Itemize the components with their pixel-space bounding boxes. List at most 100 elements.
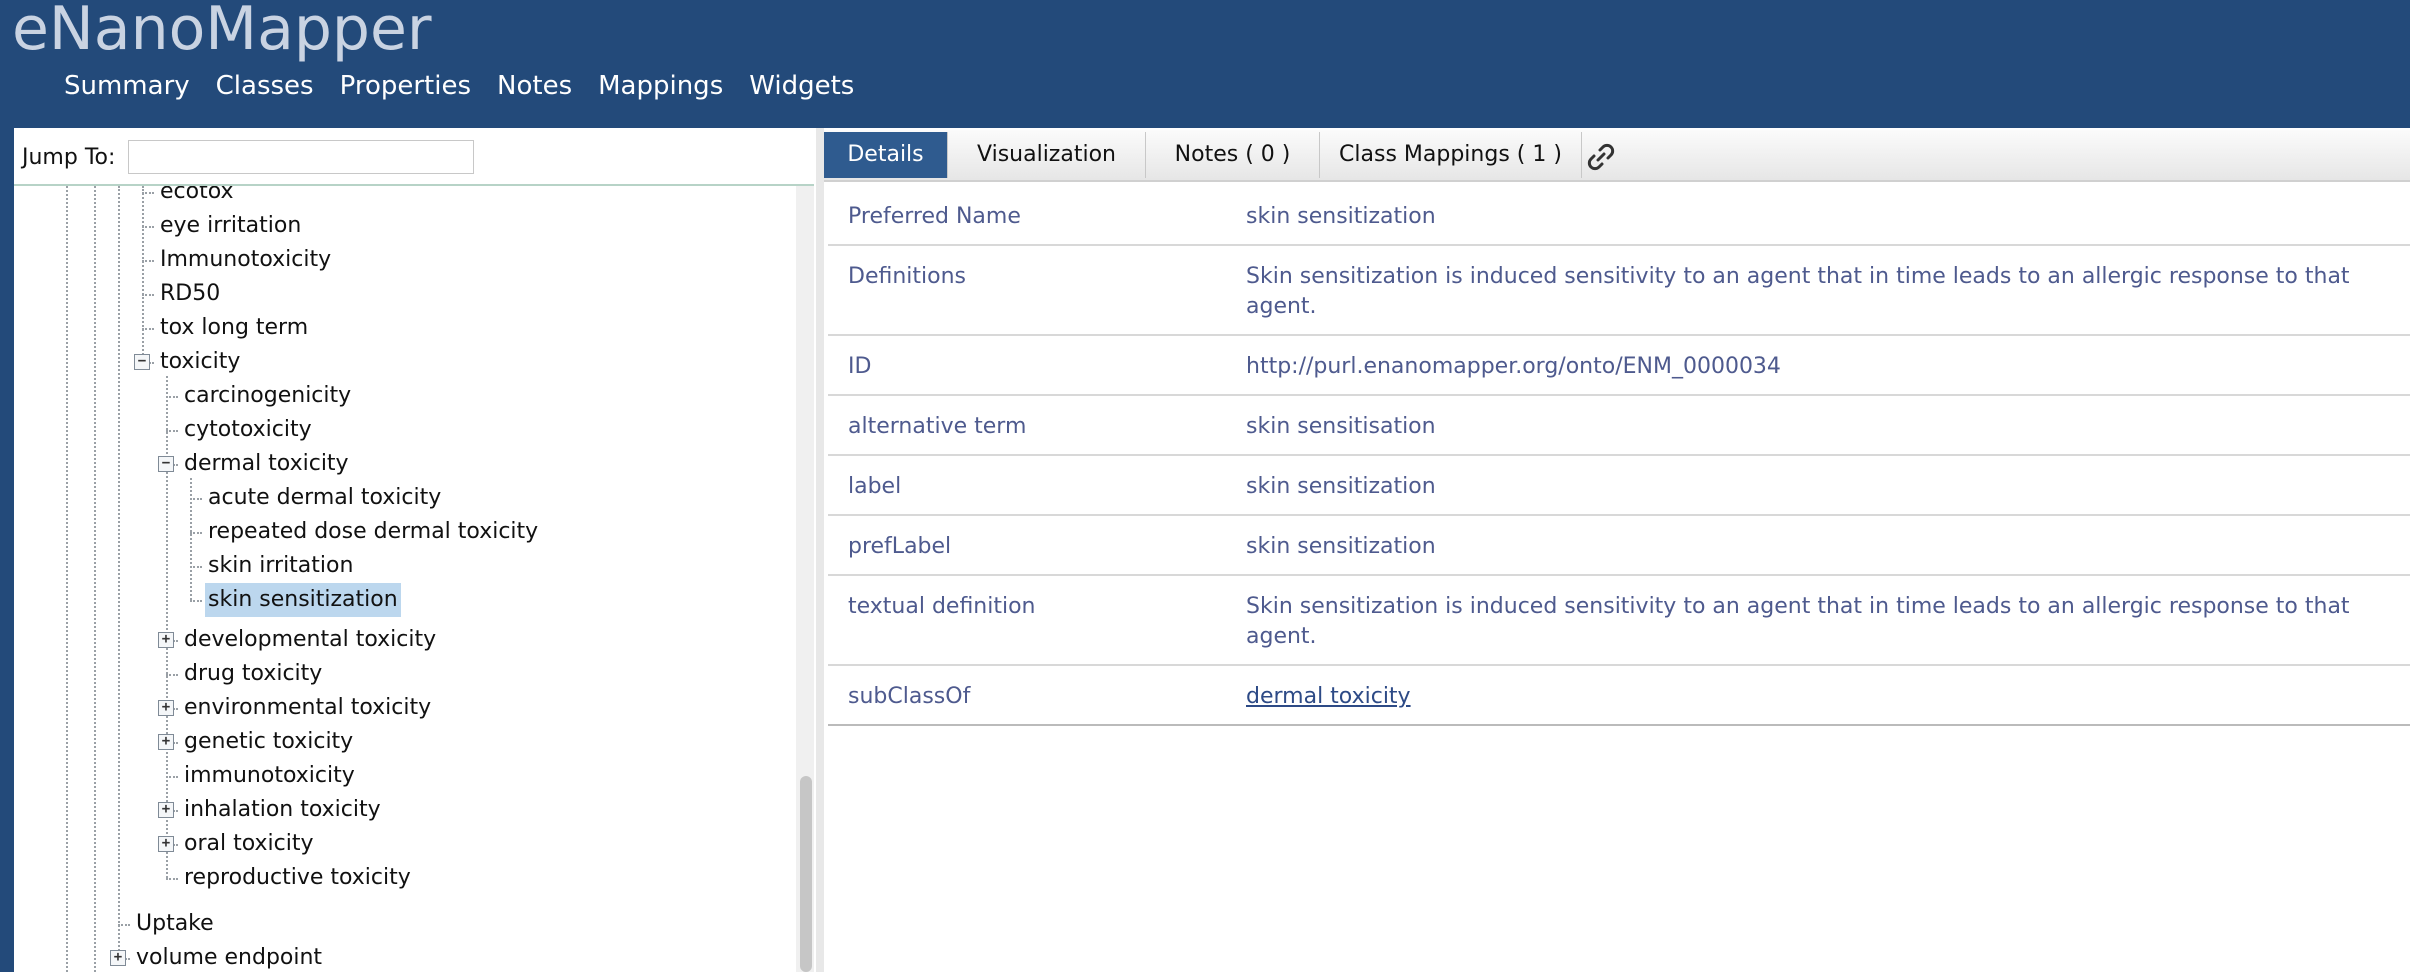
tree-node[interactable]: tox long term [157,311,311,345]
detail-value: Skin sensitization is induced sensitivit… [1246,264,2350,319]
tree-node[interactable]: inhalation toxicity [181,793,384,827]
tree-guide-line [142,186,144,362]
detail-key: alternative term [848,414,1027,439]
detail-value: skin sensitization [1246,534,1436,559]
detail-row: Preferred Name skin sensitization [828,186,2410,246]
tree-connector [190,532,202,534]
tree-node[interactable]: dermal toxicity [181,447,352,481]
detail-key: textual definition [848,594,1036,619]
detail-value: dermal toxicity [1246,682,2396,712]
tree-node[interactable]: reproductive toxicity [181,861,414,895]
tree-node[interactable]: ecotox [157,186,237,209]
nav-properties[interactable]: Properties [340,66,471,106]
tree-connector [190,566,202,568]
tree-node[interactable]: immunotoxicity [181,759,358,793]
details-tabbar: Details Visualization Notes ( 0 ) Class … [824,130,2410,182]
detail-key: prefLabel [848,534,952,559]
tree-node[interactable]: volume endpoint [133,941,325,972]
detail-row: subClassOf dermal toxicity [828,666,2410,726]
tree-connector [190,600,202,602]
detail-key: label [848,474,902,499]
nav-summary[interactable]: Summary [64,66,190,106]
tab-details[interactable]: Details [824,132,948,178]
tree-connector [166,396,178,398]
tree-connector [166,430,178,432]
detail-value: skin sensitization [1246,204,1436,229]
tree-node[interactable]: skin irritation [205,549,356,583]
tab-class-mappings[interactable]: Class Mappings ( 1 ) [1320,132,1582,178]
tree-node[interactable]: toxicity [157,345,243,379]
detail-value: Skin sensitization is induced sensitivit… [1246,594,2350,649]
tree-node[interactable]: oral toxicity [181,827,317,861]
jump-to-label: Jump To: [22,145,116,170]
tree-guide-line [190,478,192,600]
left-frame-border [0,128,14,972]
tree-connector [142,294,154,296]
class-details-panel: Details Visualization Notes ( 0 ) Class … [824,128,2410,972]
detail-value: http://purl.enanomapper.org/onto/ENM_000… [1246,354,1781,379]
tree-node[interactable]: Uptake [133,907,217,941]
tree-connector [142,192,154,194]
detail-key: ID [848,354,872,379]
tree-node[interactable]: skin sensitization [205,583,401,617]
tree-connector [142,226,154,228]
detail-row: Definitions Skin sensitization is induced… [828,246,2410,336]
app-header: eNanoMapper Summary Classes Properties N… [0,0,2410,128]
app-title[interactable]: eNanoMapper [12,0,432,64]
superclass-link[interactable]: dermal toxicity [1246,684,1411,709]
detail-row: prefLabel skin sensitization [828,516,2410,576]
tree-node[interactable]: environmental toxicity [181,691,434,725]
nav-widgets[interactable]: Widgets [749,66,854,106]
collapse-icon[interactable]: − [158,456,174,472]
tree-scrollbar-thumb[interactable] [800,776,812,972]
tree-connector [166,878,178,880]
detail-key: Definitions [848,264,966,289]
tree-connector [166,674,178,676]
detail-row: ID http://purl.enanomapper.org/onto/ENM_0… [828,336,2410,396]
class-tree-panel: Jump To: ecotox eye irritation Immunotoxic… [14,128,816,972]
expand-icon[interactable]: + [110,950,126,966]
panel-splitter[interactable]: ⋮⋮ [816,128,834,972]
detail-row: textual definition Skin sensitization is … [828,576,2410,666]
detail-key: subClassOf [848,684,971,709]
detail-value: skin sensitization [1246,474,1436,499]
expand-icon[interactable]: + [158,836,174,852]
tree-node[interactable]: Immunotoxicity [157,243,334,277]
class-tree: ecotox eye irritation Immunotoxicity RD50 to… [14,186,794,972]
tab-visualization[interactable]: Visualization [948,132,1146,178]
tab-notes[interactable]: Notes ( 0 ) [1146,132,1320,178]
tree-node[interactable]: repeated dose dermal toxicity [205,515,541,549]
tree-guide-line [66,186,68,972]
tree-node[interactable]: drug toxicity [181,657,325,691]
collapse-icon[interactable]: − [134,354,150,370]
tree-node[interactable]: eye irritation [157,209,304,243]
tree-node[interactable]: developmental toxicity [181,623,439,657]
link-icon[interactable] [1584,140,1618,174]
tree-node[interactable]: carcinogenicity [181,379,354,413]
expand-icon[interactable]: + [158,802,174,818]
tree-connector [190,498,202,500]
tree-node[interactable]: acute dermal toxicity [205,481,444,515]
nav-notes[interactable]: Notes [497,66,572,106]
tree-node[interactable]: genetic toxicity [181,725,356,759]
tree-guide-line [118,186,120,958]
jump-to-input[interactable] [128,140,474,174]
main-nav: Summary Classes Properties Notes Mapping… [64,66,854,106]
tree-connector [118,924,130,926]
nav-classes[interactable]: Classes [216,66,314,106]
expand-icon[interactable]: + [158,700,174,716]
tree-connector [142,260,154,262]
expand-icon[interactable]: + [158,632,174,648]
tree-connector [166,776,178,778]
tree-scrollbar[interactable] [796,186,814,972]
detail-value: skin sensitisation [1246,414,1436,439]
tree-node[interactable]: RD50 [157,277,223,311]
nav-mappings[interactable]: Mappings [598,66,723,106]
tree-node[interactable]: cytotoxicity [181,413,315,447]
detail-row: alternative term skin sensitisation [828,396,2410,456]
detail-key: Preferred Name [848,204,1021,229]
jump-to-bar: Jump To: [14,130,814,186]
expand-icon[interactable]: + [158,734,174,750]
tree-connector [142,328,154,330]
tree-guide-line [94,186,96,972]
